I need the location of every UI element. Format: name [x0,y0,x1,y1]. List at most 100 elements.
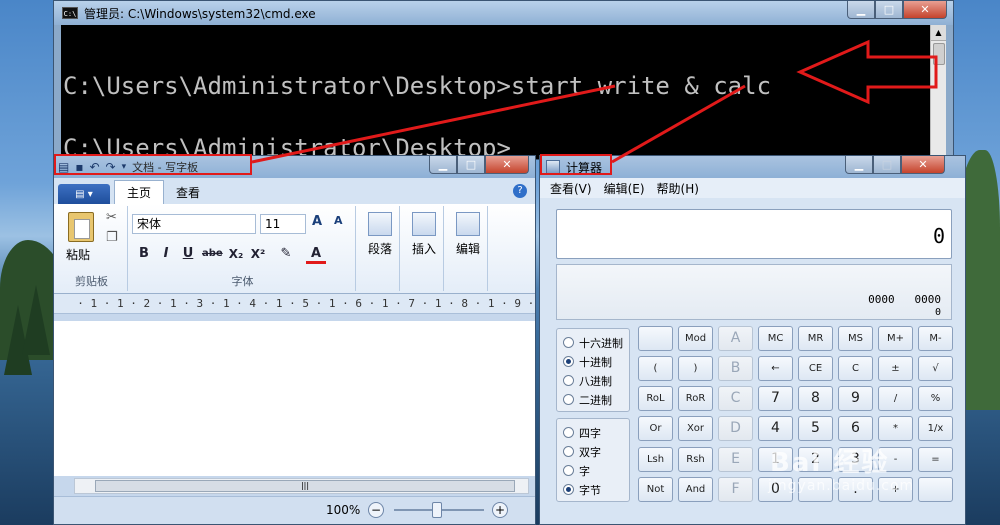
menu-help[interactable]: 帮助(H) [657,180,699,197]
zoom-slider-thumb[interactable] [432,502,442,518]
calc-key[interactable]: 5 [798,416,833,441]
scroll-thumb[interactable]: ||| [95,480,515,492]
scroll-thumb[interactable] [933,43,945,65]
cut-icon[interactable]: ✂ [106,210,117,225]
radio-dot-icon[interactable] [563,356,574,367]
maximize-button[interactable]: □ [457,156,485,174]
calc-key[interactable]: MR [798,326,833,351]
highlight-icon[interactable]: ✎ [276,244,296,264]
close-button[interactable]: ✕ [485,156,529,174]
calc-key[interactable]: B [718,356,753,381]
calc-key[interactable]: A [718,326,753,351]
close-button[interactable]: ✕ [903,1,947,19]
italic-button[interactable]: I [156,244,176,264]
radio-dot-icon[interactable] [563,427,574,438]
calc-key[interactable]: RoR [678,386,713,411]
insert-button[interactable]: 插入 [405,210,443,272]
calc-key[interactable]: CE [798,356,833,381]
calc-key[interactable]: ← [758,356,793,381]
calc-key[interactable]: Lsh [638,447,673,472]
calc-key[interactable]: 4 [758,416,793,441]
word-size-option[interactable]: 字节 [563,480,629,499]
radix-option[interactable]: 八进制 [563,371,629,390]
close-button[interactable]: ✕ [901,156,945,174]
calc-key[interactable]: % [918,386,953,411]
ruler[interactable]: · 1 · 1 · 2 · 1 · 3 · 1 · 4 · 1 · 5 · 1 … [54,294,535,314]
maximize-button[interactable]: □ [873,156,901,174]
edit-button[interactable]: 编辑 [449,210,487,272]
word-size-option[interactable]: 双字 [563,442,629,461]
minimize-button[interactable]: ▁ [429,156,457,174]
minimize-button[interactable]: ▁ [847,1,875,19]
word-size-option[interactable]: 四字 [563,423,629,442]
calc-key[interactable]: MC [758,326,793,351]
calc-key[interactable]: Rsh [678,447,713,472]
calc-key[interactable]: F [718,477,753,502]
calc-key[interactable] [918,477,953,502]
tab-view[interactable]: 查看 [164,181,212,204]
calc-key[interactable]: Mod [678,326,713,351]
calc-key[interactable]: 1/x [918,416,953,441]
calc-key[interactable]: 6 [838,416,873,441]
grow-font-icon[interactable]: A [312,214,322,229]
calc-key[interactable]: Or [638,416,673,441]
calc-key[interactable]: M+ [878,326,913,351]
tab-home[interactable]: 主页 [114,180,165,204]
shrink-font-icon[interactable]: A [334,214,343,227]
radix-option[interactable]: 十进制 [563,352,629,371]
zoom-in-button[interactable]: + [492,502,508,518]
radio-dot-icon[interactable] [563,446,574,457]
calc-key[interactable]: ) [678,356,713,381]
app-menu-button[interactable]: ▤ ▾ [58,184,110,204]
calc-key[interactable]: M- [918,326,953,351]
horizontal-scrollbar[interactable]: ||| [74,478,529,494]
wordpad-window[interactable]: ▤ ▪ ↶ ↷ ▾ 文档 - 写字板 ▁ □ ✕ ▤ ▾ 主页 查看 ? 粘贴 … [53,155,536,525]
calc-key[interactable]: 9 [838,386,873,411]
radio-dot-icon[interactable] [563,465,574,476]
radix-option[interactable]: 二进制 [563,390,629,409]
menu-view[interactable]: 查看(V) [550,180,592,197]
scroll-up-arrow-icon[interactable]: ▲ [931,25,946,41]
paste-button[interactable]: 粘贴 [66,246,90,263]
calc-key[interactable]: Xor [678,416,713,441]
calc-key[interactable]: / [878,386,913,411]
calc-key[interactable]: MS [838,326,873,351]
strikethrough-button[interactable]: abe [202,244,223,264]
help-icon[interactable]: ? [513,184,527,198]
radio-dot-icon[interactable] [563,484,574,495]
calc-key[interactable]: C [718,386,753,411]
copy-icon[interactable]: ❐ [106,230,118,245]
bold-button[interactable]: B [134,244,154,264]
paste-icon[interactable] [68,212,94,242]
radio-dot-icon[interactable] [563,394,574,405]
paragraph-button[interactable]: 段落 [361,210,399,272]
cmd-window[interactable]: C:\ 管理员: C:\Windows\system32\cmd.exe ▁ □… [53,0,954,160]
font-size-select[interactable]: 11 [260,214,306,234]
calc-key[interactable]: RoL [638,386,673,411]
font-name-select[interactable]: 宋体 [132,214,256,234]
radix-option[interactable]: 十六进制 [563,333,629,352]
radio-dot-icon[interactable] [563,375,574,386]
zoom-out-button[interactable]: − [368,502,384,518]
menu-edit[interactable]: 编辑(E) [604,180,645,197]
subscript-button[interactable]: X₂ [226,244,246,264]
superscript-button[interactable]: X² [248,244,268,264]
cmd-titlebar[interactable]: C:\ 管理员: C:\Windows\system32\cmd.exe [54,1,953,25]
minimize-button[interactable]: ▁ [845,156,873,174]
word-size-option[interactable]: 字 [563,461,629,480]
calc-key[interactable]: = [918,447,953,472]
calc-key[interactable]: ( [638,356,673,381]
cmd-console[interactable]: C:\Users\Administrator\Desktop>start wri… [61,25,931,159]
calc-key[interactable]: ± [878,356,913,381]
calc-key[interactable]: Not [638,477,673,502]
calc-key[interactable]: And [678,477,713,502]
cmd-scrollbar[interactable]: ▲ [930,25,946,159]
maximize-button[interactable]: □ [875,1,903,19]
calc-key[interactable]: 7 [758,386,793,411]
calculator-window[interactable]: 计算器 ▁ □ ✕ 查看(V) 编辑(E) 帮助(H) 0 0000 0000 … [539,155,966,525]
radio-dot-icon[interactable] [563,337,574,348]
document-area[interactable] [54,321,535,476]
calc-key[interactable]: C [838,356,873,381]
underline-button[interactable]: U [178,244,198,264]
calc-key[interactable]: E [718,447,753,472]
